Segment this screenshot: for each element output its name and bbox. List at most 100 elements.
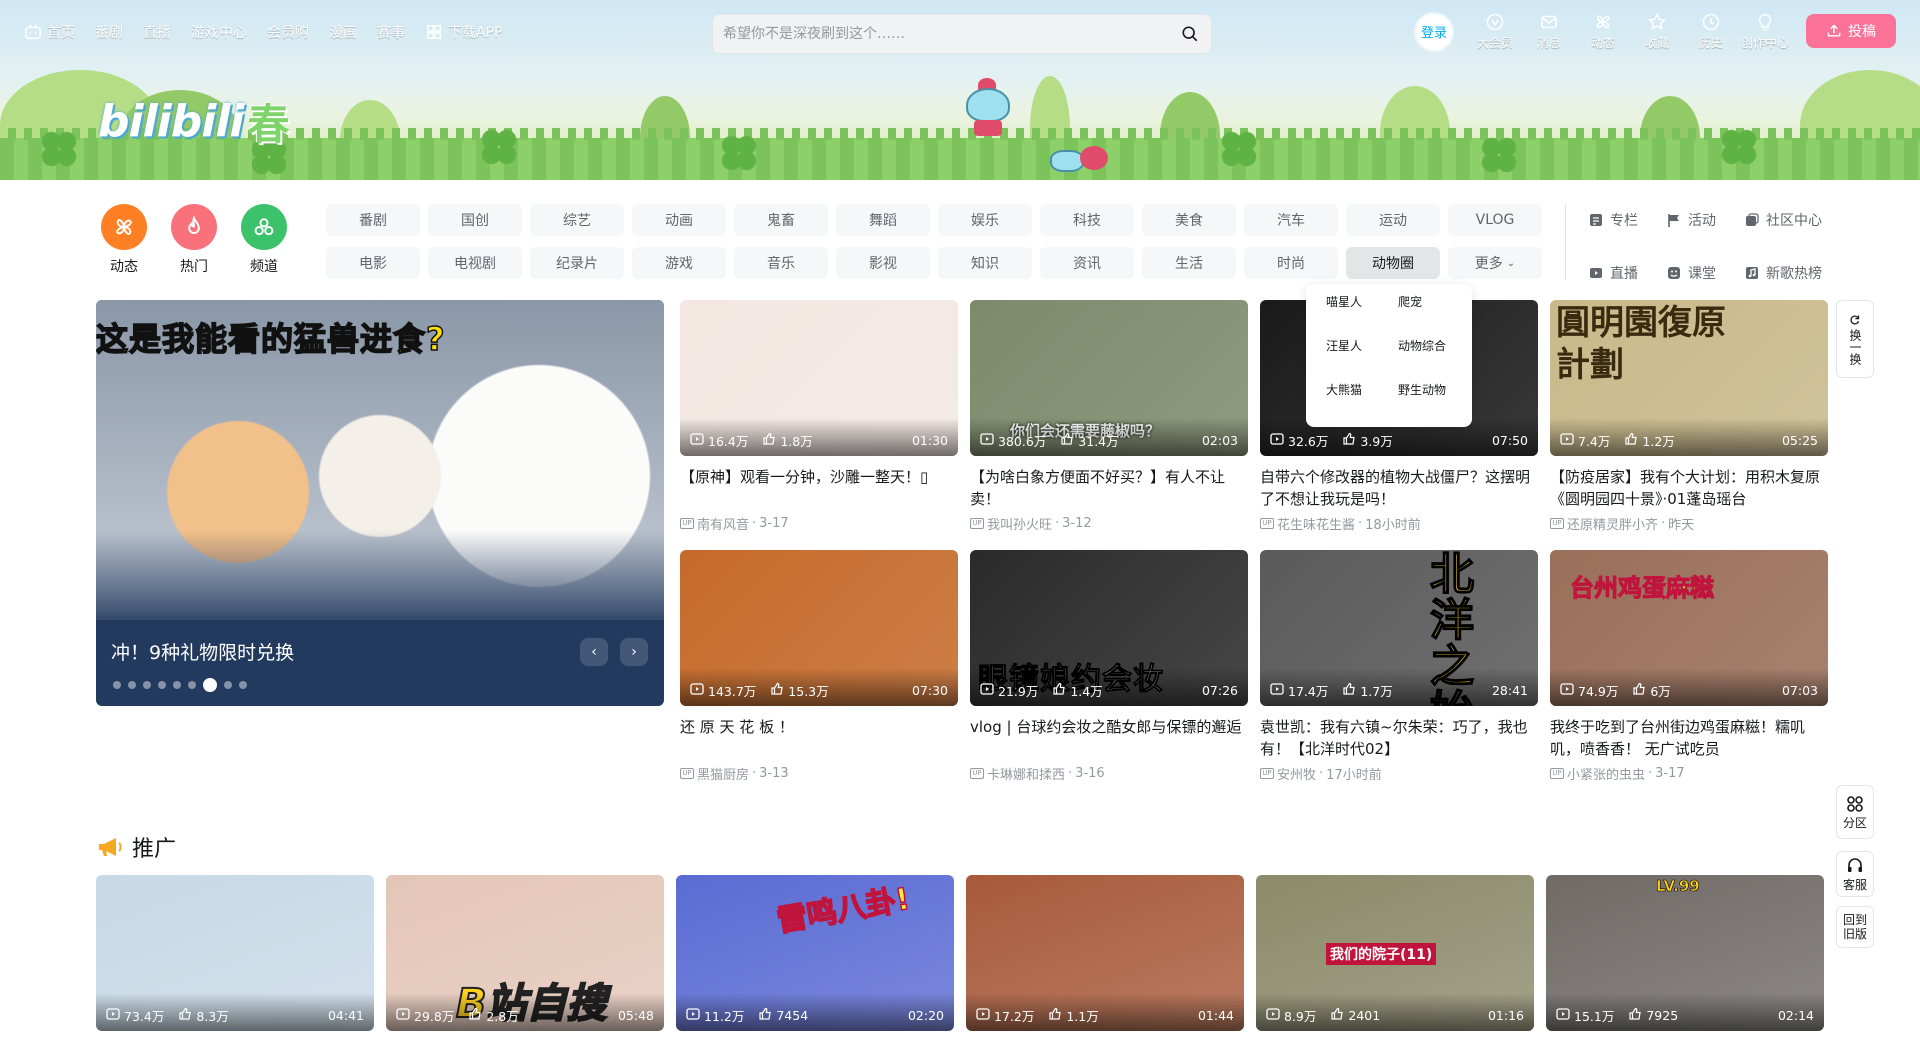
video-title[interactable]: 【原神】观看一分钟，沙雕一整天！▯	[680, 466, 958, 510]
promo-video-card[interactable]: 17.2万 1.1万 01:44	[966, 875, 1244, 1031]
category-tag[interactable]: 运动	[1346, 204, 1440, 236]
video-card[interactable]: 圓明園復原計劃 7.4万 1.2万 05:25 【防疫居家】我有个大计划：用积木复原《圆…	[1550, 300, 1828, 533]
zone-button[interactable]: 分区	[1836, 785, 1874, 839]
video-meta[interactable]: UP 花生味花生酱 · 18小时前	[1260, 514, 1538, 533]
dropdown-item[interactable]: 喵星人	[1326, 296, 1398, 309]
category-tag[interactable]: 舞蹈	[836, 204, 930, 236]
video-meta[interactable]: UP 卡琳娜和揉西 · 3-16	[970, 764, 1248, 783]
nav-manga[interactable]: 漫画	[329, 22, 357, 42]
category-tag[interactable]: 综艺	[530, 204, 624, 236]
customer-service-button[interactable]: 客服	[1836, 851, 1874, 897]
promo-video-card[interactable]: 雷鸣八卦! 11.2万 7454 02:20	[676, 875, 954, 1031]
category-tag[interactable]: 更多 ⌄	[1448, 247, 1542, 279]
video-title[interactable]: 我终于吃到了台州街边鸡蛋麻糍！糯叽叽，喷香香！ 无广试吃员	[1550, 716, 1828, 760]
banner-carousel[interactable]: 这是我能看的猛兽进食? 冲！9种礼物限时兑换 ‹ ›	[96, 300, 664, 706]
category-tag[interactable]: 鬼畜	[734, 204, 828, 236]
carousel-dot[interactable]	[188, 681, 196, 689]
shortcut-new-songs[interactable]: 新歌热榜	[1744, 257, 1856, 289]
video-title[interactable]: vlog | 台球约会妆之酷女郎与保镖的邂逅	[970, 716, 1248, 760]
video-thumbnail[interactable]: 73.4万 8.3万 04:41	[96, 875, 374, 1031]
category-tag[interactable]: 番剧	[326, 204, 420, 236]
video-thumbnail[interactable]: 圓明園復原計劃 7.4万 1.2万 05:25	[1550, 300, 1828, 456]
video-title[interactable]: 自带六个修改器的植物大战僵尸？这摆明了不想让我玩是吗！	[1260, 466, 1538, 510]
video-card[interactable]: 143.7万 15.3万 07:30 还 原 天 花 板 ！ UP 黑猫厨房 · 3-13	[680, 550, 958, 783]
carousel-dot[interactable]	[158, 681, 166, 689]
video-thumbnail[interactable]: 17.2万 1.1万 01:44	[966, 875, 1244, 1031]
upload-button[interactable]: 投稿	[1806, 14, 1896, 48]
nav-history[interactable]: 历史	[1684, 12, 1738, 51]
promo-video-card[interactable]: B站自搜29.8万2.8万05:48	[386, 875, 664, 1031]
video-card[interactable]: 眼镜娘约会妆21.9万1.4万07:26 vlog | 台球约会妆之酷女郎与保镖的…	[970, 550, 1248, 783]
video-title[interactable]: 【防疫居家】我有个大计划：用积木复原《圆明园四十景》·01蓬岛瑶台	[1550, 466, 1828, 510]
channel-dynamic[interactable]: 动态	[96, 204, 152, 276]
dropdown-item[interactable]: 大熊猫	[1326, 384, 1398, 397]
category-tag[interactable]: 电影	[326, 247, 420, 279]
video-thumbnail[interactable]: 眼镜娘约会妆21.9万1.4万07:26	[970, 550, 1248, 706]
nav-mall[interactable]: 会员购	[267, 22, 309, 42]
category-tag[interactable]: 影视	[836, 247, 930, 279]
video-meta[interactable]: UP 小紧张的虫虫 · 3-17	[1550, 764, 1828, 783]
video-thumbnail[interactable]: 16.4万 1.8万 01:30	[680, 300, 958, 456]
video-meta[interactable]: UP 还原精灵胖小齐 · 昨天	[1550, 514, 1828, 533]
login-avatar[interactable]: 登录	[1416, 13, 1452, 50]
search-input[interactable]	[723, 26, 1179, 42]
category-tag[interactable]: 国创	[428, 204, 522, 236]
dropdown-item[interactable]: 爬宠	[1398, 296, 1468, 309]
category-tag[interactable]: 知识	[938, 247, 1032, 279]
carousel-dot[interactable]	[239, 681, 247, 689]
video-thumbnail[interactable]: 雷鸣八卦! 11.2万 7454 02:20	[676, 875, 954, 1031]
video-thumbnail[interactable]: 台州鸡蛋麻糍 74.9万 6万 07:03	[1550, 550, 1828, 706]
nav-match[interactable]: 赛事	[377, 22, 405, 42]
nav-game-center[interactable]: 游戏中心	[191, 22, 247, 42]
video-thumbnail[interactable]: 你们会还需要藤椒吗？380.6万31.4万02:03	[970, 300, 1248, 456]
shortcut-activity[interactable]: 活动	[1666, 204, 1744, 236]
category-tag[interactable]: 动画	[632, 204, 726, 236]
nav-anime[interactable]: 番剧	[95, 22, 123, 42]
dropdown-item[interactable]: 汪星人	[1326, 340, 1398, 353]
category-tag[interactable]: 汽车	[1244, 204, 1338, 236]
nav-vip[interactable]: 大会员	[1468, 12, 1522, 51]
category-tag[interactable]: 资讯	[1040, 247, 1134, 279]
nav-dynamic[interactable]: 动态	[1576, 12, 1630, 51]
video-meta[interactable]: UP 我叫孙火旺 · 3-12	[970, 514, 1248, 533]
promo-video-card[interactable]: LV.99 15.1万 7925 02:14	[1546, 875, 1824, 1031]
video-card[interactable]: 你们会还需要藤椒吗？380.6万31.4万02:03 【为啥白象方便面不好买？】有…	[970, 300, 1248, 533]
video-title[interactable]: 【为啥白象方便面不好买？】有人不让卖！	[970, 466, 1248, 510]
nav-creator-center[interactable]: 创作中心	[1738, 12, 1792, 51]
shortcut-classroom[interactable]: 课堂	[1666, 257, 1744, 289]
video-title[interactable]: 袁世凯：我有六镇~尔朱荣：巧了，我也有！【北洋时代02】	[1260, 716, 1538, 760]
dropdown-item[interactable]: 动物综合	[1398, 340, 1468, 353]
promo-video-card[interactable]: 我们的院子(11) 8.9万 2401 01:16	[1256, 875, 1534, 1031]
old-version-button[interactable]: 回到旧版	[1836, 906, 1874, 948]
category-tag[interactable]: 游戏	[632, 247, 726, 279]
channel-channels[interactable]: 频道	[236, 204, 292, 276]
video-meta[interactable]: UP 安州牧 · 17小时前	[1260, 764, 1538, 783]
video-card[interactable]: 16.4万 1.8万 01:30 【原神】观看一分钟，沙雕一整天！▯ UP 南有风音 · 3-…	[680, 300, 958, 533]
video-thumbnail[interactable]: LV.99 15.1万 7925 02:14	[1546, 875, 1824, 1031]
nav-download-app[interactable]: 下载APP	[425, 22, 502, 42]
video-card[interactable]: 台州鸡蛋麻糍 74.9万 6万 07:03 我终于吃到了台州街边鸡蛋麻糍！糯叽叽，喷香香…	[1550, 550, 1828, 783]
carousel-dot[interactable]	[113, 681, 121, 689]
video-thumbnail[interactable]: B站自搜29.8万2.8万05:48	[386, 875, 664, 1031]
video-thumbnail[interactable]: 北洋之始17.4万1.7万28:41	[1260, 550, 1538, 706]
shortcut-community[interactable]: 社区中心	[1744, 204, 1856, 236]
category-tag[interactable]: 电视剧	[428, 247, 522, 279]
search-icon[interactable]	[1179, 23, 1201, 45]
carousel-dot[interactable]	[173, 681, 181, 689]
category-tag[interactable]: 生活	[1142, 247, 1236, 279]
shortcut-column[interactable]: 专栏	[1588, 204, 1666, 236]
carousel-next-button[interactable]: ›	[620, 638, 648, 666]
carousel-caption[interactable]: 冲！9种礼物限时兑换	[111, 638, 294, 665]
bilibili-logo[interactable]: bilibili 春	[98, 94, 290, 149]
video-meta[interactable]: UP 南有风音 · 3-17	[680, 514, 958, 533]
video-thumbnail[interactable]: 我们的院子(11) 8.9万 2401 01:16	[1256, 875, 1534, 1031]
dropdown-item[interactable]: 野生动物	[1398, 384, 1468, 397]
carousel-dot[interactable]	[143, 681, 151, 689]
category-tag[interactable]: VLOG	[1448, 204, 1542, 236]
video-title[interactable]: 还 原 天 花 板 ！	[680, 716, 958, 760]
video-thumbnail[interactable]: 143.7万 15.3万 07:30	[680, 550, 958, 706]
carousel-dot[interactable]	[128, 681, 136, 689]
refresh-button[interactable]: 换一换	[1836, 300, 1874, 378]
category-tag[interactable]: 美食	[1142, 204, 1236, 236]
nav-home[interactable]: 首页	[24, 22, 75, 42]
